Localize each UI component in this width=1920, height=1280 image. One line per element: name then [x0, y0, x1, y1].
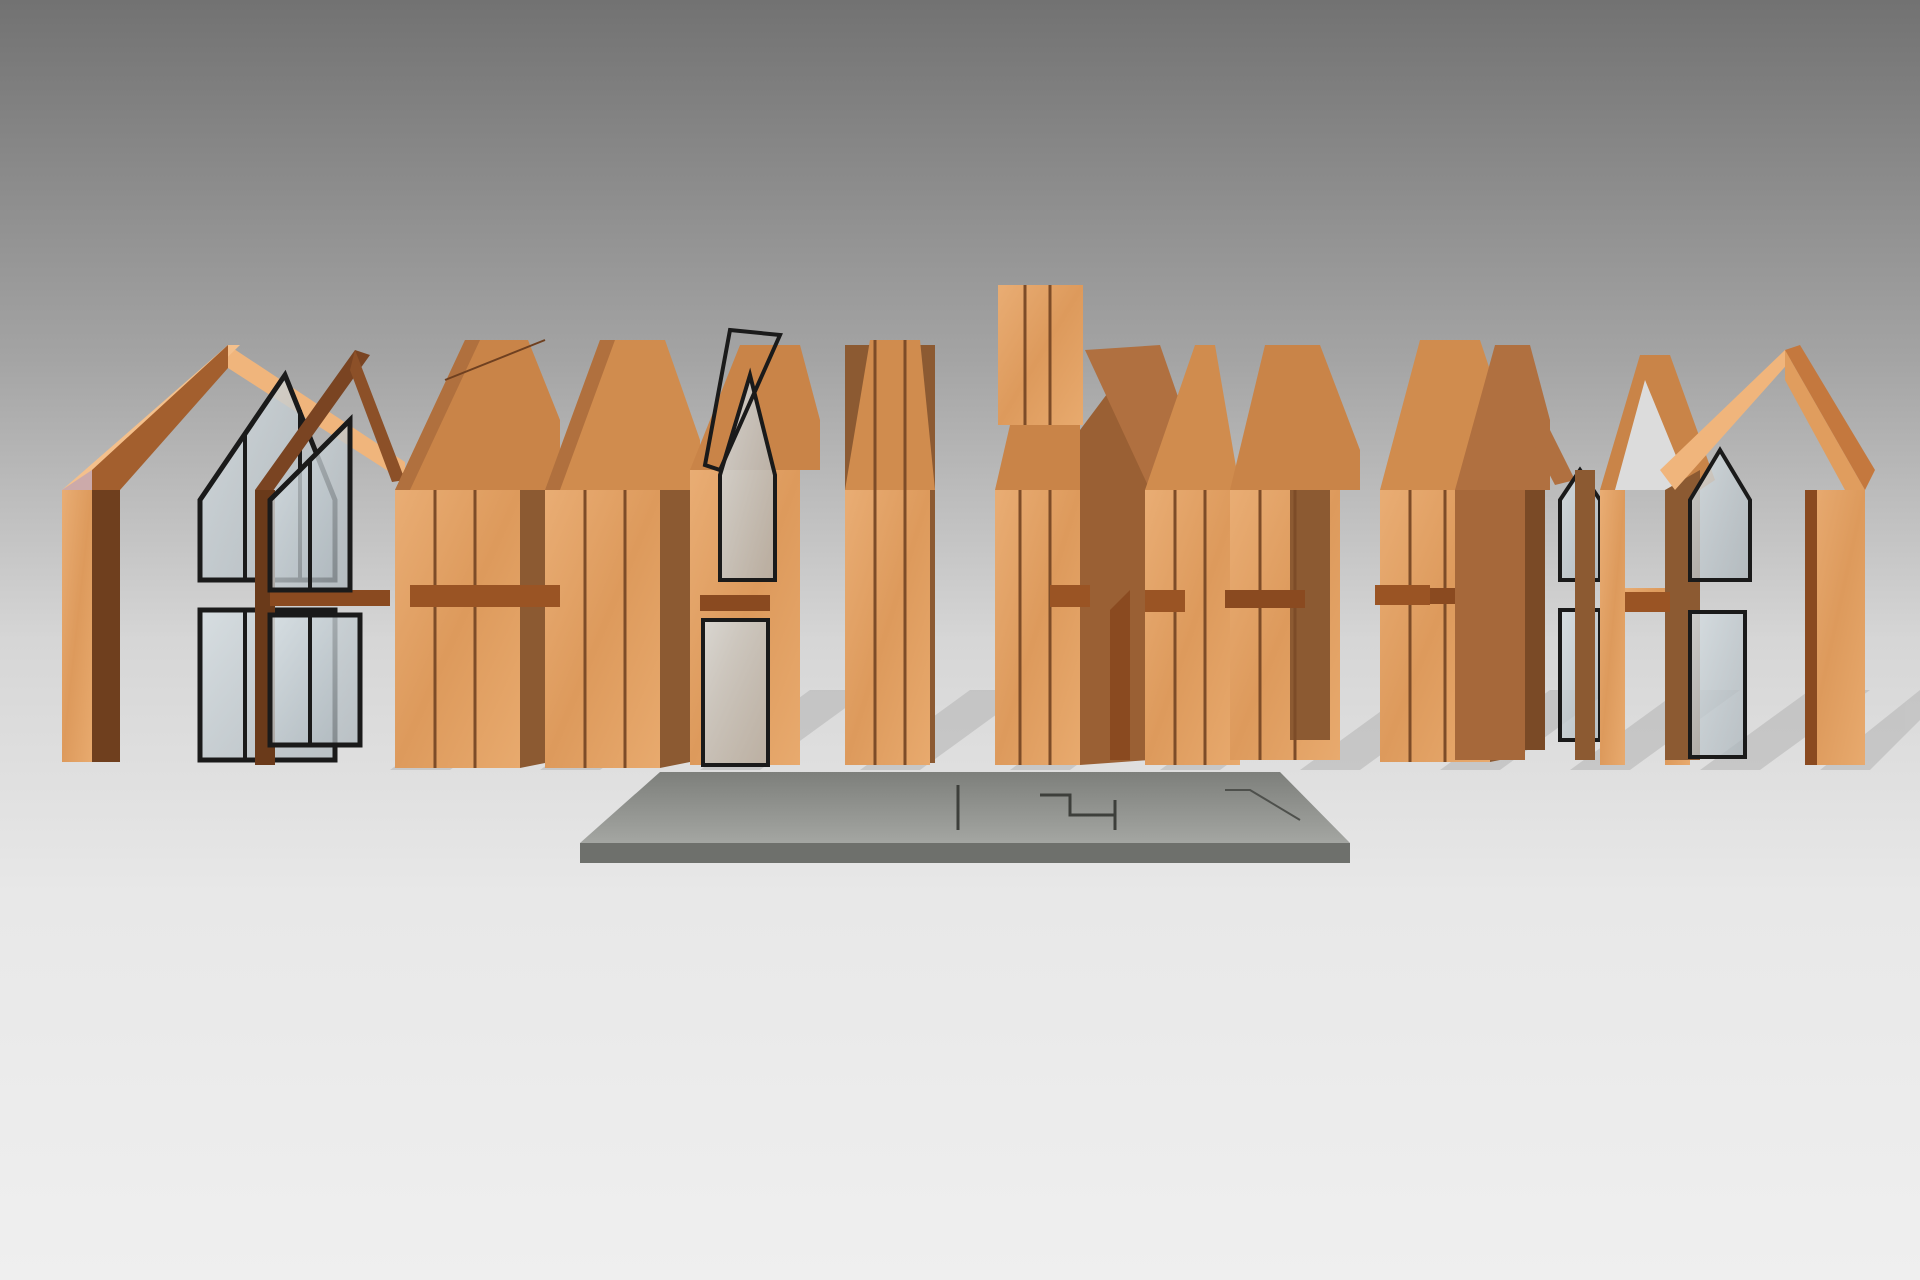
exploded-house-render	[0, 0, 1920, 1280]
wall-panel-d	[845, 340, 935, 765]
floor-slab	[580, 772, 1350, 863]
chimney-box	[998, 285, 1083, 437]
